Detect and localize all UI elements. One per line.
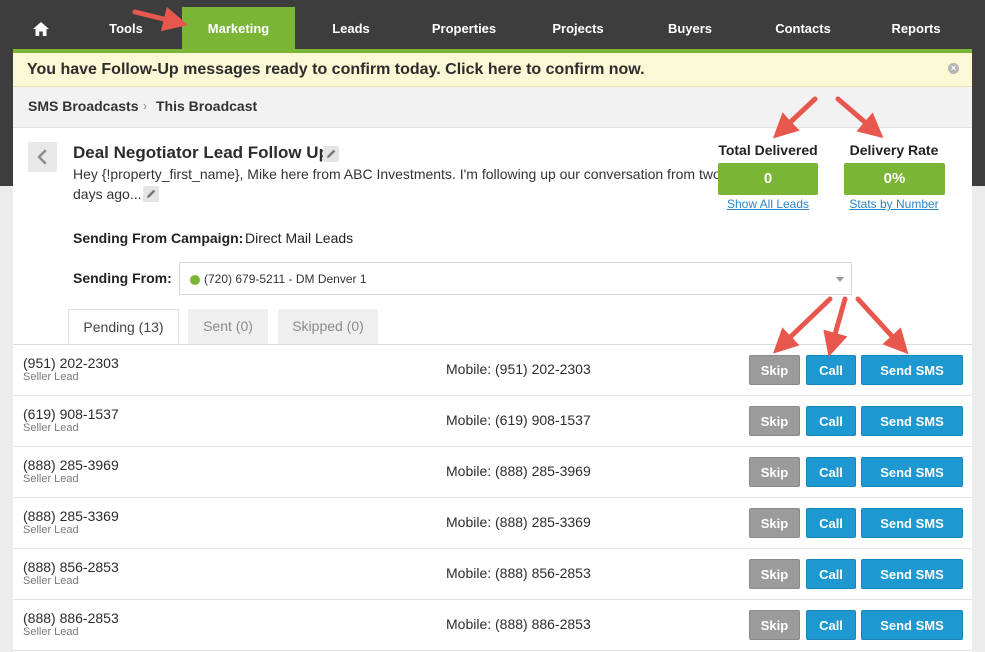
- send-sms-button[interactable]: Send SMS: [861, 406, 963, 436]
- total-delivered-label: Total Delivered: [718, 142, 818, 158]
- table-row: (888) 886-2853 Seller Lead Mobile: (888)…: [13, 600, 972, 651]
- send-sms-button[interactable]: Send SMS: [861, 610, 963, 640]
- lead-mobile: Mobile: (619) 908-1537: [446, 412, 591, 428]
- nav-item-tools[interactable]: Tools: [93, 7, 159, 50]
- lead-phone: (888) 285-3969: [23, 457, 119, 473]
- nav-item-buyers[interactable]: Buyers: [655, 7, 725, 50]
- nav-item-leads[interactable]: Leads: [318, 7, 384, 50]
- edit-message-icon[interactable]: [143, 186, 159, 202]
- breadcrumb-this-broadcast: This Broadcast: [156, 98, 258, 114]
- show-all-leads-link[interactable]: Show All Leads: [713, 197, 823, 211]
- call-button[interactable]: Call: [806, 355, 856, 385]
- call-button[interactable]: Call: [806, 559, 856, 589]
- sending-from-label: Sending From:: [73, 270, 172, 286]
- table-row: (888) 285-3969 Seller Lead Mobile: (888)…: [13, 447, 972, 498]
- back-button[interactable]: [28, 142, 57, 172]
- send-sms-button[interactable]: Send SMS: [861, 508, 963, 538]
- skip-button[interactable]: Skip: [749, 457, 800, 487]
- stats-by-number-link[interactable]: Stats by Number: [839, 197, 949, 211]
- send-sms-button[interactable]: Send SMS: [861, 355, 963, 385]
- call-button[interactable]: Call: [806, 508, 856, 538]
- main-panel: You have Follow-Up messages ready to con…: [13, 53, 972, 652]
- call-button[interactable]: Call: [806, 610, 856, 640]
- sending-from-value: (720) 679-5211 - DM Denver 1: [204, 272, 367, 286]
- campaign-value: Direct Mail Leads: [245, 230, 354, 246]
- close-icon[interactable]: ×: [948, 63, 959, 74]
- lead-mobile: Mobile: (888) 285-3969: [446, 463, 591, 479]
- skip-button[interactable]: Skip: [749, 355, 800, 385]
- call-button[interactable]: Call: [806, 457, 856, 487]
- tab-sent[interactable]: Sent (0): [188, 309, 268, 344]
- breadcrumb-separator: ›: [143, 99, 147, 113]
- table-row: (951) 202-2303 Seller Lead Mobile: (951)…: [13, 345, 972, 396]
- lead-mobile: Mobile: (951) 202-2303: [446, 361, 591, 377]
- lead-type: Seller Lead: [23, 371, 79, 383]
- main-nav: Tools Marketing Leads Properties Project…: [0, 7, 985, 50]
- call-button[interactable]: Call: [806, 406, 856, 436]
- tab-skipped[interactable]: Skipped (0): [278, 309, 378, 344]
- home-icon[interactable]: [33, 22, 49, 36]
- caret-down-icon: [836, 277, 844, 282]
- banner-message[interactable]: You have Follow-Up messages ready to con…: [27, 61, 645, 79]
- nav-item-properties[interactable]: Properties: [421, 7, 507, 50]
- lead-phone: (888) 886-2853: [23, 610, 119, 626]
- lead-mobile: Mobile: (888) 856-2853: [446, 565, 591, 581]
- total-delivered-value: 0: [718, 163, 818, 195]
- nav-item-projects[interactable]: Projects: [540, 7, 616, 50]
- broadcast-message: Hey {!property_first_name}, Mike here fr…: [73, 166, 721, 202]
- lead-type: Seller Lead: [23, 626, 79, 638]
- breadcrumb-sms-broadcasts[interactable]: SMS Broadcasts: [28, 98, 138, 114]
- skip-button[interactable]: Skip: [749, 406, 800, 436]
- lead-phone: (888) 856-2853: [23, 559, 119, 575]
- send-sms-button[interactable]: Send SMS: [861, 457, 963, 487]
- table-row: (888) 285-3369 Seller Lead Mobile: (888)…: [13, 498, 972, 549]
- status-dot-icon: [190, 275, 200, 285]
- follow-up-banner[interactable]: You have Follow-Up messages ready to con…: [13, 53, 972, 87]
- lead-type: Seller Lead: [23, 524, 79, 536]
- lead-phone: (951) 202-2303: [23, 355, 119, 371]
- lead-phone: (619) 908-1537: [23, 406, 119, 422]
- lead-mobile: Mobile: (888) 285-3369: [446, 514, 591, 530]
- sending-from-select[interactable]: (720) 679-5211 - DM Denver 1: [179, 262, 852, 295]
- lead-type: Seller Lead: [23, 473, 79, 485]
- chevron-left-icon: [37, 149, 47, 165]
- table-row: (888) 856-2853 Seller Lead Mobile: (888)…: [13, 549, 972, 600]
- lead-type: Seller Lead: [23, 422, 79, 434]
- table-row: (619) 908-1537 Seller Lead Mobile: (619)…: [13, 396, 972, 447]
- delivery-rate-value: 0%: [844, 163, 945, 195]
- broadcast-title: Deal Negotiator Lead Follow Up: [73, 143, 329, 162]
- nav-item-marketing[interactable]: Marketing: [182, 7, 295, 50]
- skip-button[interactable]: Skip: [749, 610, 800, 640]
- tab-pending[interactable]: Pending (13): [68, 309, 179, 344]
- campaign-label: Sending From Campaign:: [73, 230, 244, 246]
- skip-button[interactable]: Skip: [749, 559, 800, 589]
- breadcrumb: SMS Broadcasts › This Broadcast: [13, 87, 972, 128]
- nav-item-reports[interactable]: Reports: [880, 7, 952, 50]
- lead-type: Seller Lead: [23, 575, 79, 587]
- skip-button[interactable]: Skip: [749, 508, 800, 538]
- delivery-rate-label: Delivery Rate: [849, 142, 939, 158]
- edit-title-icon[interactable]: [323, 146, 339, 162]
- send-sms-button[interactable]: Send SMS: [861, 559, 963, 589]
- lead-mobile: Mobile: (888) 886-2853: [446, 616, 591, 632]
- lead-phone: (888) 285-3369: [23, 508, 119, 524]
- nav-item-contacts[interactable]: Contacts: [765, 7, 841, 50]
